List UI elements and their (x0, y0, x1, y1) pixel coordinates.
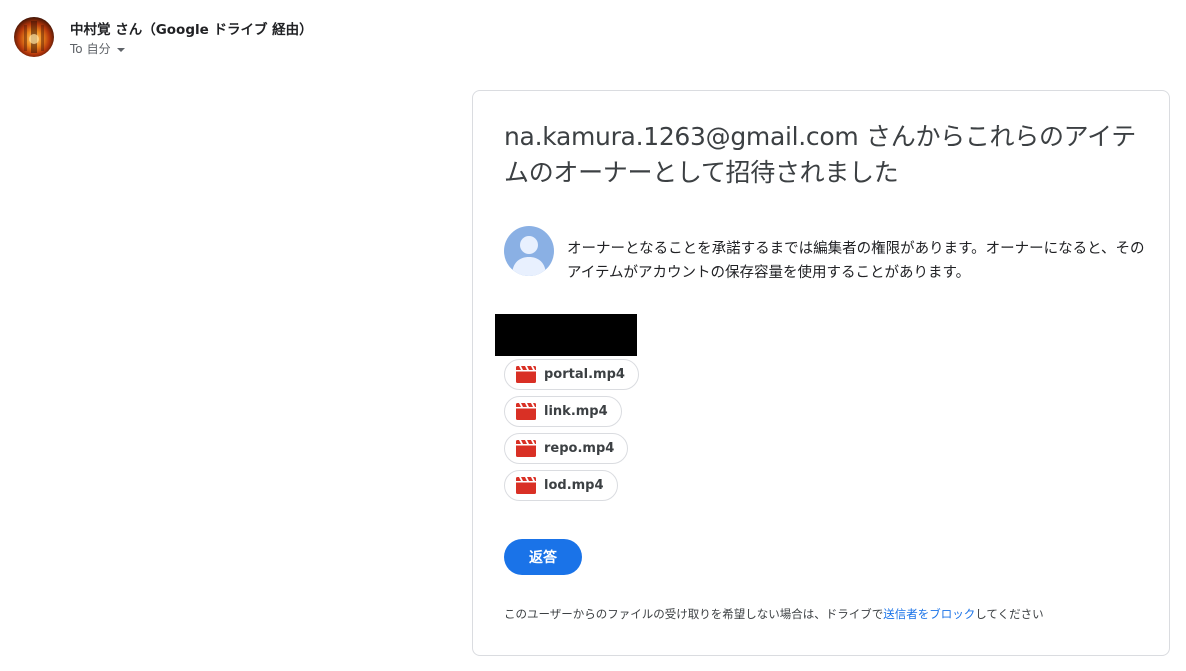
reply-button[interactable]: 返答 (504, 539, 582, 575)
sender-avatar[interactable] (14, 17, 54, 57)
file-chip[interactable]: portal.mp4 (504, 359, 639, 390)
file-name: portal.mp4 (544, 367, 625, 382)
file-chip[interactable]: lod.mp4 (504, 470, 618, 501)
caret-down-icon[interactable] (116, 47, 125, 52)
block-sender-notice: このユーザーからのファイルの受け取りを希望しない場合は、ドライブで送信者をブロッ… (504, 606, 1044, 622)
redacted-block (495, 314, 637, 356)
video-file-icon (516, 440, 536, 457)
file-chip[interactable]: link.mp4 (504, 396, 622, 427)
file-name: lod.mp4 (544, 478, 604, 493)
block-sender-link[interactable]: 送信者をブロック (883, 607, 975, 621)
file-chip[interactable]: repo.mp4 (504, 433, 629, 464)
video-file-icon (516, 366, 536, 383)
recipient-name: 自分 (86, 42, 111, 56)
recipient-row: To 自分 (70, 40, 125, 57)
video-file-icon (516, 403, 536, 420)
invitation-card: na.kamura.1263@gmail.com さんからこれらのアイテムのオー… (472, 90, 1170, 656)
invitation-title: na.kamura.1263@gmail.com さんからこれらのアイテムのオー… (504, 122, 1137, 187)
footer-text-prefix: このユーザーからのファイルの受け取りを希望しない場合は、ドライブで (504, 607, 884, 621)
video-file-icon (516, 477, 536, 494)
file-name: repo.mp4 (544, 441, 615, 456)
footer-text-suffix: してください (975, 607, 1044, 621)
sender-name: 中村覚 さん（Google ドライブ 経由） (70, 22, 313, 38)
recipient-prefix: To (70, 41, 83, 56)
file-name: link.mp4 (544, 404, 608, 419)
user-avatar-icon (504, 226, 554, 276)
ownership-notice: オーナーとなることを承諾するまでは編集者の権限があります。オーナーになると、その… (567, 241, 1145, 281)
